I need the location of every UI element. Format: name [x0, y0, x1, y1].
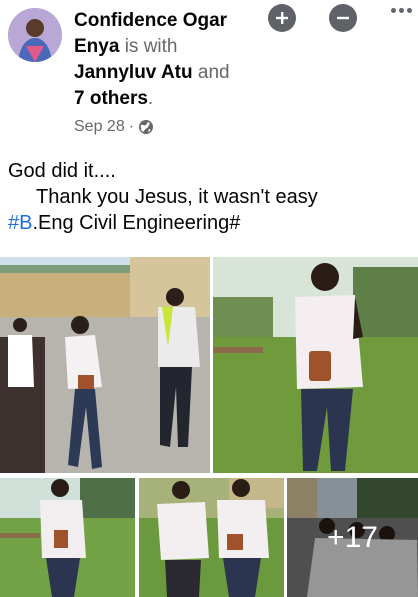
post-header: Confidence Ogar Enya is with Jannyluv Atu… [74, 10, 230, 109]
and-text: and [197, 62, 230, 83]
post-text-line-2: Thank you Jesus, it wasn't easy [36, 186, 318, 208]
plus-circle-icon[interactable] [268, 4, 296, 32]
post-text-line-3: #B.Eng Civil Engineering# [8, 212, 241, 234]
photo-2[interactable] [213, 257, 418, 473]
post-text-line-1: God did it.... [8, 160, 116, 182]
more-photos-count: +17 [327, 520, 378, 554]
post-date[interactable]: Sep 28 [74, 118, 125, 136]
more-photos-overlay[interactable]: +17 [287, 478, 418, 597]
minus-circle-icon[interactable] [329, 4, 357, 32]
with-text: is with [124, 36, 178, 57]
photo-1[interactable] [0, 257, 210, 473]
post-body: God did it.... Thank you Jesus, it wasn'… [8, 158, 412, 236]
globe-icon [139, 120, 154, 134]
more-horizontal-icon[interactable] [391, 8, 412, 13]
photo-3[interactable] [0, 478, 135, 597]
author-avatar[interactable] [8, 8, 62, 62]
tagged-friend-link[interactable]: Jannyluv Atu [74, 62, 193, 83]
others-link[interactable]: 7 others [74, 88, 148, 109]
meta-separator: · [128, 118, 135, 135]
hashtag-link[interactable]: #B [8, 212, 32, 234]
photo-4[interactable] [139, 478, 284, 597]
avatar-image [8, 8, 62, 62]
post-meta: Sep 28 · [74, 118, 154, 136]
